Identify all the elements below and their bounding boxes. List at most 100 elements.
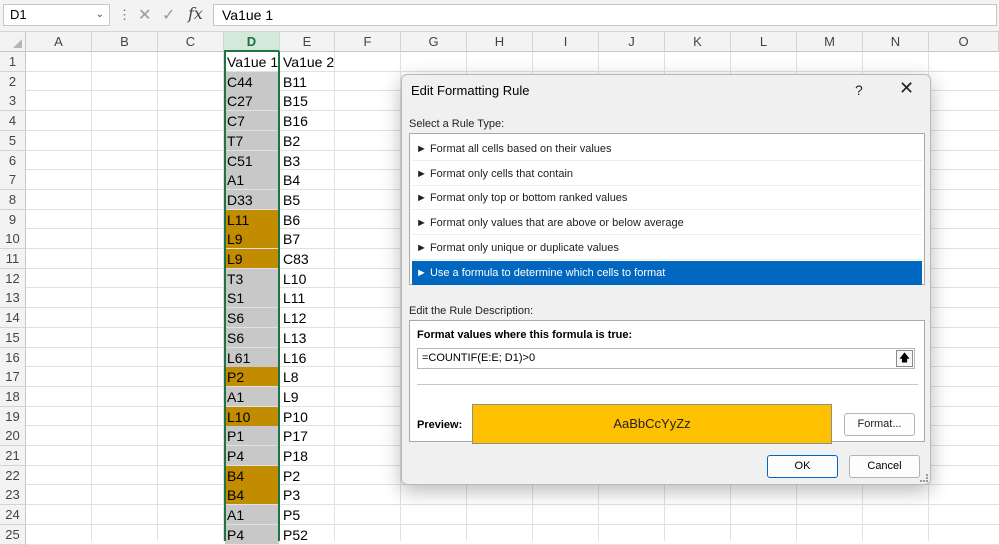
cell-e15[interactable]: L13: [281, 328, 334, 347]
cell-e12[interactable]: L10: [281, 269, 334, 288]
cell-e13[interactable]: L11: [281, 288, 334, 307]
cell-e19[interactable]: P10: [281, 407, 334, 426]
rule-type-item[interactable]: ► Format only values that are above or b…: [412, 211, 922, 236]
row-header-3[interactable]: 3: [0, 91, 26, 112]
cell-d18[interactable]: A1: [225, 386, 279, 406]
column-header-c[interactable]: C: [158, 32, 224, 52]
cell-e22[interactable]: P2: [281, 466, 334, 485]
cell-e7[interactable]: B4: [281, 170, 334, 189]
row-header-20[interactable]: 20: [0, 426, 26, 447]
row-header-2[interactable]: 2: [0, 71, 26, 92]
column-header-n[interactable]: N: [863, 32, 929, 52]
column-header-b[interactable]: B: [92, 32, 158, 52]
row-header-23[interactable]: 23: [0, 485, 26, 506]
format-button[interactable]: Format...: [844, 413, 915, 436]
cell-d10[interactable]: L9: [225, 229, 279, 249]
enter-check-icon[interactable]: ✓: [162, 5, 175, 25]
column-header-m[interactable]: M: [797, 32, 863, 52]
row-header-24[interactable]: 24: [0, 505, 26, 526]
column-header-a[interactable]: A: [26, 32, 92, 52]
cell-e17[interactable]: L8: [281, 367, 334, 386]
column-header-l[interactable]: L: [731, 32, 797, 52]
cell-d3[interactable]: C27: [225, 91, 279, 111]
cell-e4[interactable]: B16: [281, 111, 334, 130]
row-header-12[interactable]: 12: [0, 268, 26, 289]
cell-d13[interactable]: S1: [225, 288, 279, 308]
cell-e21[interactable]: P18: [281, 446, 334, 465]
cell-e16[interactable]: L16: [281, 348, 334, 367]
ok-button[interactable]: OK: [767, 455, 838, 478]
row-header-14[interactable]: 14: [0, 308, 26, 329]
column-header-h[interactable]: H: [467, 32, 533, 52]
cell-e9[interactable]: B6: [281, 210, 334, 229]
column-header-k[interactable]: K: [665, 32, 731, 52]
cell-e14[interactable]: L12: [281, 308, 334, 327]
row-header-5[interactable]: 5: [0, 130, 26, 151]
close-icon[interactable]: ✕: [899, 78, 914, 99]
cell-d9[interactable]: L11: [225, 209, 279, 229]
cell-d6[interactable]: C51: [225, 150, 279, 170]
cell-e8[interactable]: B5: [281, 190, 334, 209]
cell-e24[interactable]: P5: [281, 505, 334, 524]
cell-d21[interactable]: P4: [225, 446, 279, 465]
row-header-16[interactable]: 16: [0, 347, 26, 368]
row-header-21[interactable]: 21: [0, 446, 26, 466]
column-header-e[interactable]: E: [280, 32, 335, 52]
row-header-22[interactable]: 22: [0, 465, 26, 486]
row-header-18[interactable]: 18: [0, 386, 26, 407]
cell-d11[interactable]: L9: [225, 249, 279, 268]
cancel-entry-icon[interactable]: ✕: [138, 5, 151, 25]
row-header-10[interactable]: 10: [0, 229, 26, 250]
cell-d24[interactable]: A1: [225, 505, 279, 525]
column-header-d[interactable]: D: [224, 32, 280, 52]
cell-e18[interactable]: L9: [281, 387, 334, 406]
select-all-button[interactable]: [0, 32, 26, 52]
chevron-down-icon[interactable]: ⌄: [96, 5, 104, 25]
more-options-icon[interactable]: ⋮: [118, 8, 131, 22]
rule-type-item[interactable]: ► Format only top or bottom ranked value…: [412, 186, 922, 211]
cell-d16[interactable]: L61: [225, 347, 279, 367]
row-header-8[interactable]: 8: [0, 189, 26, 210]
cell-d15[interactable]: S6: [225, 327, 279, 347]
column-header-f[interactable]: F: [335, 32, 401, 52]
cell-d19[interactable]: L10: [225, 406, 279, 426]
name-box[interactable]: D1 ⌄: [3, 4, 110, 26]
cell-e10[interactable]: B7: [281, 229, 334, 248]
cell-d20[interactable]: P1: [225, 426, 279, 446]
rule-type-item[interactable]: ► Format only cells that contain: [412, 162, 922, 186]
row-header-1[interactable]: 1: [0, 52, 26, 72]
cell-d17[interactable]: P2: [225, 367, 279, 387]
cell-d1[interactable]: Va1ue 1: [225, 52, 279, 71]
cell-e6[interactable]: B3: [281, 151, 334, 170]
rule-type-item[interactable]: ► Use a formula to determine which cells…: [412, 260, 922, 285]
row-header-19[interactable]: 19: [0, 406, 26, 427]
row-header-9[interactable]: 9: [0, 209, 26, 230]
cell-d7[interactable]: A1: [225, 170, 279, 190]
cell-d23[interactable]: B4: [225, 485, 279, 505]
formula-input[interactable]: Va1ue 1: [213, 4, 997, 26]
column-header-g[interactable]: G: [401, 32, 467, 52]
row-header-4[interactable]: 4: [0, 111, 26, 132]
row-header-7[interactable]: 7: [0, 170, 26, 191]
rule-formula-input[interactable]: =COUNTIF(E:E; D1)>0 🡅: [417, 348, 915, 369]
cancel-button[interactable]: Cancel: [849, 455, 920, 478]
row-header-17[interactable]: 17: [0, 367, 26, 388]
cell-d4[interactable]: C7: [225, 111, 279, 131]
help-icon[interactable]: ?: [855, 82, 863, 98]
upload-arrow-icon[interactable]: 🡅: [896, 350, 913, 367]
cell-e2[interactable]: B11: [281, 72, 334, 91]
cell-e3[interactable]: B15: [281, 91, 334, 110]
row-header-11[interactable]: 11: [0, 249, 26, 269]
column-header-i[interactable]: I: [533, 32, 599, 52]
rule-type-item[interactable]: ► Format only unique or duplicate values: [412, 236, 922, 260]
cell-e11[interactable]: C83: [281, 249, 334, 268]
cell-e20[interactable]: P17: [281, 426, 334, 445]
cell-e5[interactable]: B2: [281, 131, 334, 150]
cell-d5[interactable]: T7: [225, 130, 279, 150]
row-header-25[interactable]: 25: [0, 524, 26, 545]
row-header-13[interactable]: 13: [0, 288, 26, 309]
cell-d14[interactable]: S6: [225, 308, 279, 328]
resize-grip-icon[interactable]: [920, 474, 928, 482]
cell-d8[interactable]: D33: [225, 189, 279, 209]
column-header-o[interactable]: O: [929, 32, 999, 52]
